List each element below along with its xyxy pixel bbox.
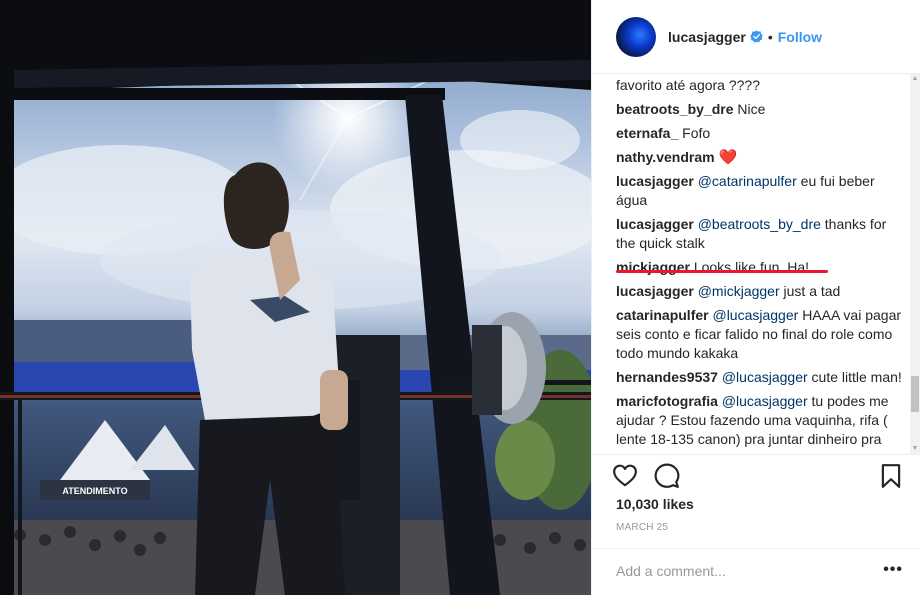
verified-badge-icon xyxy=(750,30,763,43)
comment-username[interactable]: lucasjagger xyxy=(616,283,694,299)
speech-bubble-icon[interactable] xyxy=(654,463,680,489)
comment-text: favorito até agora ???? xyxy=(616,77,760,93)
post-details-panel: lucasjagger • Follow favorito até agora … xyxy=(591,0,920,595)
action-bar xyxy=(592,454,920,494)
comment-username[interactable]: nathy.vendram xyxy=(616,149,715,165)
comment-username[interactable]: hernandes9537 xyxy=(616,369,718,385)
list-item: lucasjagger @mickjagger just a tad xyxy=(616,282,906,301)
comment-input[interactable] xyxy=(616,561,866,581)
list-item: nathy.vendram ❤️ xyxy=(616,148,906,167)
more-options-icon[interactable]: ••• xyxy=(883,561,903,579)
comment-mention[interactable]: @lucasjagger xyxy=(722,369,808,385)
list-item: lucasjagger @catarinapulfer eu fui beber… xyxy=(616,172,906,210)
comment-text: Nice xyxy=(737,101,766,117)
post-date: MARCH 25 xyxy=(616,522,669,533)
list-item: lucasjagger @beatroots_by_dre thanks for… xyxy=(616,215,906,253)
comment-text: just a tad xyxy=(783,283,841,299)
avatar[interactable] xyxy=(616,16,656,57)
header-separator: • xyxy=(767,28,773,45)
comment-mention[interactable]: @mickjagger xyxy=(698,283,780,299)
scroll-up-arrow-icon[interactable]: ▲ xyxy=(910,74,920,84)
comment-mention[interactable]: @lucasjagger xyxy=(712,307,798,323)
scroll-thumb[interactable] xyxy=(911,376,919,412)
booth-sign: ATENDIMENTO xyxy=(62,486,127,496)
comment-text: Fofo xyxy=(682,125,711,141)
add-comment-bar: ••• xyxy=(592,548,920,595)
like-count[interactable]: 10,030 likes xyxy=(616,496,694,512)
comment-username[interactable]: lucasjagger xyxy=(616,216,694,232)
list-item-highlighted: mickjagger Looks like fun. Ha! xyxy=(616,258,906,277)
comments-list[interactable]: favorito até agora ???? beatroots_by_dre… xyxy=(616,74,906,454)
list-item: favorito até agora ???? xyxy=(616,76,906,95)
follow-button[interactable]: Follow xyxy=(778,29,822,45)
comment-text: cute little man! xyxy=(811,369,902,385)
heart-emoji-icon: ❤️ xyxy=(718,149,738,166)
list-item: catarinapulfer @lucasjagger HAAA vai pag… xyxy=(616,306,906,363)
post-header: lucasjagger • Follow xyxy=(592,0,920,74)
heart-outline-icon[interactable] xyxy=(612,463,638,489)
list-item: eternafa_ Fofo xyxy=(616,124,906,143)
red-underline-annotation xyxy=(616,270,828,273)
comment-username[interactable]: eternafa_ xyxy=(616,125,678,141)
scroll-down-arrow-icon[interactable]: ▼ xyxy=(910,444,920,454)
list-item: hernandes9537 @lucasjagger cute little m… xyxy=(616,368,906,387)
list-item: beatroots_by_dre Nice xyxy=(616,100,906,119)
comment-mention[interactable]: @catarinapulfer xyxy=(698,173,797,189)
photo-scene: ATENDIMENTO xyxy=(0,0,591,595)
comment-username[interactable]: lucasjagger xyxy=(616,173,694,189)
author-username[interactable]: lucasjagger xyxy=(668,29,746,45)
comment-mention[interactable]: @beatroots_by_dre xyxy=(698,216,821,232)
post-photo[interactable]: ATENDIMENTO xyxy=(0,0,591,595)
list-item: maricfotografia @lucasjagger tu podes me… xyxy=(616,392,906,449)
comment-username[interactable]: beatroots_by_dre xyxy=(616,101,733,117)
comment-mention[interactable]: @lucasjagger xyxy=(722,393,808,409)
comment-username[interactable]: catarinapulfer xyxy=(616,307,709,323)
comments-scrollbar[interactable]: ▲ ▼ xyxy=(910,74,920,454)
comment-username[interactable]: maricfotografia xyxy=(616,393,718,409)
bookmark-icon[interactable] xyxy=(878,463,904,489)
